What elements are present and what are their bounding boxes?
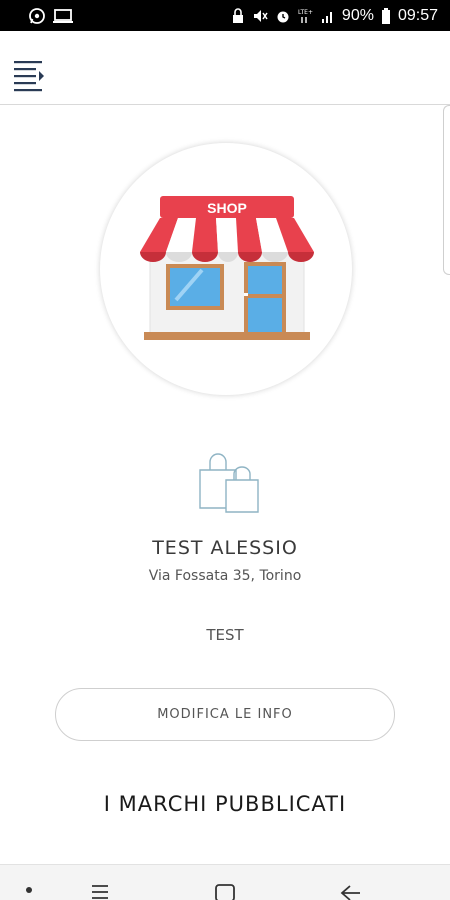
alarm-icon xyxy=(275,8,291,24)
home-icon[interactable] xyxy=(213,883,237,900)
lte-signal-icon: LTE+ xyxy=(298,7,314,25)
battery-percent: 90% xyxy=(341,6,374,24)
mute-icon xyxy=(252,8,268,24)
shop-name: TEST ALESSIO xyxy=(152,537,298,559)
back-icon[interactable] xyxy=(338,883,364,900)
screen-icon xyxy=(53,8,73,24)
shop-address: Via Fossata 35, Torino xyxy=(148,568,302,584)
edit-info-button[interactable]: MODIFICA LE INFO xyxy=(55,688,395,741)
shop-sign-label: SHOP xyxy=(207,200,247,216)
dot-icon[interactable] xyxy=(24,883,34,893)
brands-section-title: I MARCHI PUBBLICATI xyxy=(103,792,347,816)
edge-panel-handle[interactable] xyxy=(443,105,450,275)
lock-icon xyxy=(231,7,245,24)
menu-list-icon xyxy=(14,61,44,92)
app-header xyxy=(0,31,450,105)
menu-button[interactable] xyxy=(12,59,48,93)
shop-storefront-icon: SHOP xyxy=(140,196,314,340)
system-nav-bar xyxy=(0,864,450,900)
clock: 09:57 xyxy=(397,6,438,24)
status-bar: LTE+ 90% 09:57 xyxy=(0,0,450,31)
recent-apps-icon[interactable] xyxy=(88,883,112,900)
status-right: LTE+ 90% 09:57 xyxy=(231,7,438,25)
svg-text:LTE+: LTE+ xyxy=(298,9,313,16)
shop-description: TEST xyxy=(206,626,244,644)
whatsapp-icon xyxy=(28,7,46,25)
battery-icon xyxy=(381,7,391,24)
shopping-bags-icon xyxy=(199,453,259,513)
edit-info-label: MODIFICA LE INFO xyxy=(157,707,293,722)
status-left xyxy=(28,7,73,25)
signal-bars-icon xyxy=(321,9,335,23)
